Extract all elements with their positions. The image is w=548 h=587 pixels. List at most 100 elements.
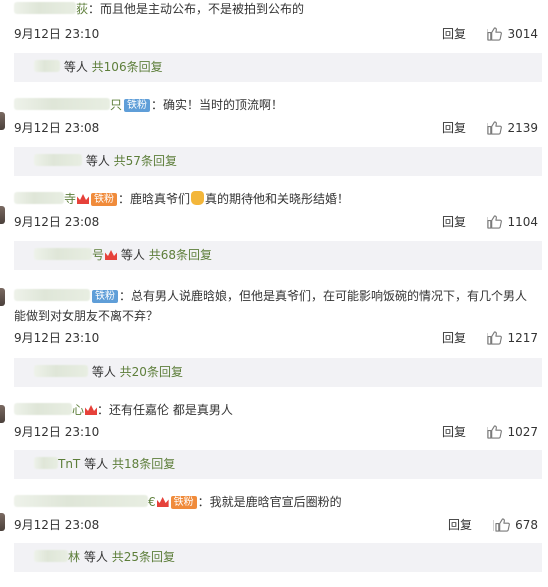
like-count: 3014 [507, 27, 538, 41]
crown-icon [85, 405, 98, 415]
username-blurred[interactable] [14, 289, 90, 301]
subreply-count-link[interactable]: 共68条回复 [149, 248, 212, 262]
comment-text: ：我就是鹿晗官宣后圈粉的 [197, 495, 342, 509]
avatar[interactable] [0, 405, 5, 423]
comment-item: 心 ：还有任嘉伦 都是真男人 9月12日 23:10 回复 1027 TnT 等人… [0, 399, 548, 493]
like-button[interactable]: 1217 [487, 330, 538, 346]
divider [493, 520, 494, 531]
subreply-prefix: 等人 [63, 60, 88, 74]
crown-icon [77, 194, 90, 204]
comment-meta: 9月12日 23:08 回复 2139 [14, 120, 538, 136]
reply-button[interactable]: 回复 [442, 214, 466, 230]
subreply-names-blurred[interactable] [34, 457, 58, 469]
subreply-box[interactable]: 等人 共20条回复 [14, 358, 542, 387]
comment-text-line: 荻：而且他是主动公布，不是被拍到公布的 [14, 0, 538, 18]
timestamp: 9月12日 23:08 [14, 215, 100, 229]
avatar[interactable] [0, 206, 5, 224]
thumbs-up-emoji-icon [191, 191, 205, 205]
thumbs-up-icon [495, 518, 510, 532]
comment-text: ：而且他是主动公布，不是被拍到公布的 [88, 2, 305, 16]
subreply-names-blurred[interactable] [34, 60, 60, 72]
timestamp: 9月12日 23:08 [14, 518, 100, 532]
username-suffix[interactable]: 心 [72, 403, 84, 417]
reply-button[interactable]: 回复 [442, 330, 466, 346]
comment-text: ：确实！当时的顶流啊！ [151, 98, 284, 112]
subreply-count-link[interactable]: 共57条回复 [114, 154, 177, 168]
subreply-name-suffix[interactable]: 林 [68, 550, 80, 564]
subreply-box[interactable]: TnT 等人 共18条回复 [14, 450, 542, 479]
comment-item: 铁粉 ：总有男人说鹿晗娘，但他是真爷们，在可能影响饭碗的情况下，有几个男人能做到对… [0, 282, 548, 399]
username-blurred[interactable] [14, 98, 110, 110]
timestamp: 9月12日 23:08 [14, 121, 100, 135]
subreply-prefix: 等人 [85, 154, 110, 168]
reply-button[interactable]: 回复 [448, 517, 472, 533]
timestamp: 9月12日 23:10 [14, 331, 100, 345]
subreply-box[interactable]: 林 等人 共25条回复 [14, 543, 542, 572]
subreply-prefix: 等人 [120, 248, 145, 262]
username-suffix[interactable]: € [148, 495, 156, 509]
comment-text: ：总有男人说鹿晗娘，但他是真爷们，在可能影响饭碗的情况下，有几个男人能做到对女朋… [14, 289, 528, 323]
subreply-box[interactable]: 号 等人 共68条回复 [14, 241, 542, 270]
crown-icon [105, 250, 118, 260]
crown-icon [156, 497, 169, 507]
reply-button[interactable]: 回复 [442, 26, 466, 42]
comment-item: 只铁粉 ：确实！当时的顶流啊！ 9月12日 23:08 回复 2139 等人 共5… [0, 94, 548, 188]
username-blurred[interactable] [14, 2, 76, 14]
username-suffix[interactable]: 荻 [76, 2, 88, 16]
fan-badge: 铁粉 [91, 193, 118, 206]
username-blurred[interactable] [14, 192, 64, 204]
thumbs-up-icon [487, 27, 503, 41]
subreply-count-link[interactable]: 共25条回复 [112, 550, 175, 564]
fan-badge: 铁粉 [92, 290, 118, 303]
comment-meta: 9月12日 23:10 回复 1027 [14, 424, 538, 440]
subreply-names-blurred[interactable] [34, 248, 92, 260]
subreply-count-link[interactable]: 共106条回复 [92, 60, 163, 74]
comment-meta: 9月12日 23:08 回复 678 [14, 517, 538, 533]
username-blurred[interactable] [14, 403, 72, 415]
timestamp: 9月12日 23:10 [14, 27, 100, 41]
subreply-box[interactable]: 等人 共57条回复 [14, 147, 542, 176]
avatar[interactable] [0, 112, 5, 130]
username-suffix[interactable]: 只 [110, 98, 122, 112]
subreply-prefix: 等人 [91, 365, 116, 379]
like-count: 2139 [507, 121, 538, 135]
thumbs-up-icon [487, 425, 503, 439]
comment-item: 寺 铁粉 ：鹿晗真爷们 真的期待他和关晓彤结婚！ 9月12日 23:08 回复 110… [0, 188, 548, 282]
comment-text: 真的期待他和关晓彤结婚！ [205, 192, 350, 206]
subreply-names-blurred[interactable] [34, 154, 82, 166]
username-blurred[interactable] [14, 495, 148, 507]
timestamp: 9月12日 23:10 [14, 425, 100, 439]
like-button[interactable]: 1104 [487, 214, 538, 230]
subreply-name-suffix[interactable]: 号 [92, 248, 104, 262]
like-count: 1104 [507, 215, 538, 229]
comment-item: € 铁粉 ：我就是鹿晗官宣后圈粉的 9月12日 23:08 回复 678 林 等人 … [0, 493, 548, 587]
comment-meta: 9月12日 23:10 回复 1217 [14, 330, 538, 346]
subreply-prefix: 等人 [83, 550, 108, 564]
like-button[interactable]: 678 [495, 517, 538, 533]
subreply-box[interactable]: 等人 共106条回复 [14, 53, 542, 82]
comment-text-line: 心 ：还有任嘉伦 都是真男人 [14, 401, 538, 419]
comment-text-line: € 铁粉 ：我就是鹿晗官宣后圈粉的 [14, 493, 538, 511]
subreply-count-link[interactable]: 共18条回复 [112, 457, 175, 471]
like-count: 1217 [507, 331, 538, 345]
subreply-name-suffix[interactable]: TnT [58, 457, 80, 471]
comment-meta: 9月12日 23:10 回复 3014 [14, 26, 538, 42]
avatar[interactable] [0, 288, 5, 306]
reply-button[interactable]: 回复 [442, 120, 466, 136]
reply-button[interactable]: 回复 [442, 424, 466, 440]
comment-text: ：鹿晗真爷们 [118, 192, 191, 206]
thumbs-up-icon [487, 331, 503, 345]
thumbs-up-icon [487, 121, 503, 135]
avatar[interactable] [0, 513, 5, 531]
thumbs-up-icon [487, 215, 503, 229]
like-button[interactable]: 1027 [487, 424, 538, 440]
subreply-names-blurred[interactable] [34, 365, 88, 377]
like-button[interactable]: 2139 [487, 120, 538, 136]
username-suffix[interactable]: 寺 [64, 192, 76, 206]
comment-text-line: 只铁粉 ：确实！当时的顶流啊！ [14, 96, 538, 114]
subreply-count-link[interactable]: 共20条回复 [120, 365, 183, 379]
comment-text-line: 铁粉 ：总有男人说鹿晗娘，但他是真爷们，在可能影响饭碗的情况下，有几个男人能做到对… [14, 286, 538, 326]
subreply-names-blurred[interactable] [34, 550, 68, 562]
comment-text: ：还有任嘉伦 都是真男人 [97, 403, 233, 417]
like-button[interactable]: 3014 [487, 26, 538, 42]
